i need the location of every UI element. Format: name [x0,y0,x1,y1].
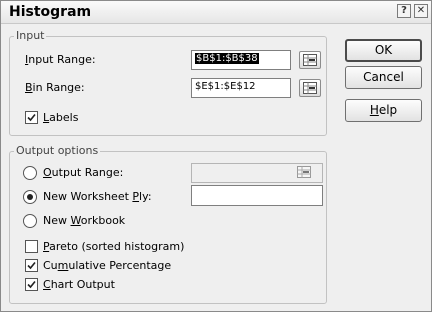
radio-selected-dot [27,194,33,200]
new-worksheet-label[interactable]: New Worksheet Ply: [43,190,152,203]
output-options-legend: Output options [14,144,101,157]
cumulative-percentage-label[interactable]: Cumulative Percentage [43,259,171,272]
input-range-picker-button[interactable] [299,51,321,69]
chart-output-checkbox[interactable] [25,278,38,291]
cancel-button[interactable]: Cancel [345,66,422,89]
bin-range-field[interactable]: $E$1:$E$12 [191,78,291,98]
histogram-dialog: Histogram ? ✕ Input Input Range: $B$1:$B… [0,0,432,312]
collapse-dialog-icon [303,54,317,66]
collapse-dialog-icon [297,166,311,178]
title-bar[interactable]: Histogram ? ✕ [1,1,431,24]
close-button[interactable]: ✕ [414,4,428,18]
bin-range-picker-button[interactable] [299,79,321,97]
pareto-checkbox[interactable] [25,240,38,253]
input-range-value: $B$1:$B$38 [195,53,259,64]
cumulative-percentage-checkbox[interactable] [25,259,38,272]
labels-label[interactable]: Labels [43,111,78,124]
new-workbook-radio[interactable] [23,214,37,228]
new-worksheet-radio[interactable] [23,190,37,204]
chart-output-label[interactable]: Chart Output [43,278,115,291]
help-icon: ? [401,5,407,16]
help-button[interactable]: Help [345,99,422,122]
bin-range-label: Bin Range: [25,81,85,94]
labels-checkbox[interactable] [25,111,38,124]
pareto-label[interactable]: Pareto (sorted histogram) [43,240,184,253]
input-range-label: Input Range: [25,53,96,66]
checkmark-icon [27,261,36,270]
checkmark-icon [27,113,36,122]
output-range-radio[interactable] [23,166,37,180]
dialog-title: Histogram [9,4,92,20]
bin-range-value: $E$1:$E$12 [195,81,256,92]
output-range-label[interactable]: Output Range: [43,166,123,179]
input-range-field[interactable]: $B$1:$B$38 [191,50,291,70]
collapse-dialog-icon [303,82,317,94]
ok-button[interactable]: OK [345,39,422,62]
output-range-picker-button[interactable] [297,166,311,181]
new-worksheet-name-field[interactable] [191,185,323,206]
input-group-legend: Input [14,29,47,42]
new-workbook-label[interactable]: New Workbook [43,214,125,227]
close-icon: ✕ [416,5,426,16]
help-title-button[interactable]: ? [397,4,411,18]
checkmark-icon [27,280,36,289]
